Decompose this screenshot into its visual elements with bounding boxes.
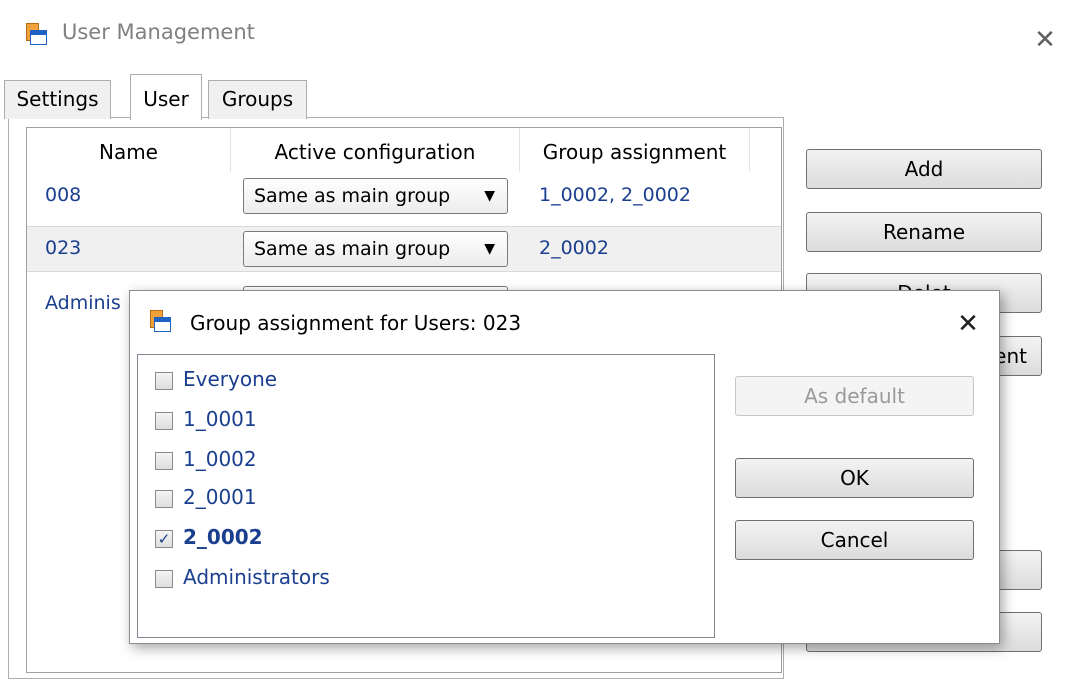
checkbox-label: 1_0002 [183,447,257,471]
add-button[interactable]: Add [806,149,1042,189]
group-assignment-dialog: Group assignment for Users: 023 ✕ Everyo… [129,290,1000,644]
tab-groups[interactable]: Groups [208,80,307,119]
dialog-app-icon [148,309,172,333]
checkbox-label: Everyone [183,367,278,391]
checkbox-checked[interactable]: ✓ [155,530,173,548]
ok-button[interactable]: OK [735,458,974,498]
dropdown-arrow-icon: ▼ [484,241,495,257]
group-checkbox-list: Everyone 1_0001 1_0002 2_0001 ✓ 2_0002 A… [137,354,715,638]
checkbox[interactable] [155,412,173,430]
window-close-icon[interactable]: ✕ [1030,27,1060,53]
as-default-button[interactable]: As default [735,376,974,416]
user-management-app-icon [24,22,48,46]
group-assignment-value: 2_0002 [539,237,609,259]
window-title: User Management [62,20,255,44]
checkbox-label: 2_0001 [183,485,257,509]
grid-header: Name Active configuration Group assignme… [27,128,781,172]
checkbox[interactable] [155,452,173,470]
window-titlebar: User Management ✕ [0,0,1076,70]
checkbox-label: Administrators [183,565,330,589]
active-configuration-dropdown[interactable]: Same as main group ▼ [243,231,508,267]
user-name: 008 [45,184,82,206]
table-row-selected[interactable]: 023 Same as main group ▼ 2_0002 [27,226,781,272]
dialog-title: Group assignment for Users: 023 [190,311,522,335]
checkbox[interactable] [155,570,173,588]
checkbox-label: 2_0002 [183,525,263,549]
column-header-name[interactable]: Name [27,128,231,172]
checkbox[interactable] [155,372,173,390]
user-name: 023 [45,237,82,259]
dropdown-value: Same as main group [254,238,451,260]
tab-settings[interactable]: Settings [4,80,111,119]
dropdown-value: Same as main group [254,185,451,207]
active-configuration-dropdown[interactable]: Same as main group ▼ [243,178,508,214]
dropdown-arrow-icon: ▼ [484,188,495,204]
rename-button[interactable]: Rename [806,212,1042,252]
tab-user[interactable]: User [130,74,202,120]
dialog-close-icon[interactable]: ✕ [953,311,983,337]
group-assignment-value: 1_0002, 2_0002 [539,184,691,206]
checkbox[interactable] [155,490,173,508]
user-name: Adminis [45,292,121,314]
checkbox-label: 1_0001 [183,407,257,431]
column-header-active-configuration[interactable]: Active configuration [231,128,520,172]
table-row[interactable]: 008 Same as main group ▼ 1_0002, 2_0002 [27,174,781,220]
cancel-button[interactable]: Cancel [735,520,974,560]
column-header-group-assignment[interactable]: Group assignment [520,128,750,172]
